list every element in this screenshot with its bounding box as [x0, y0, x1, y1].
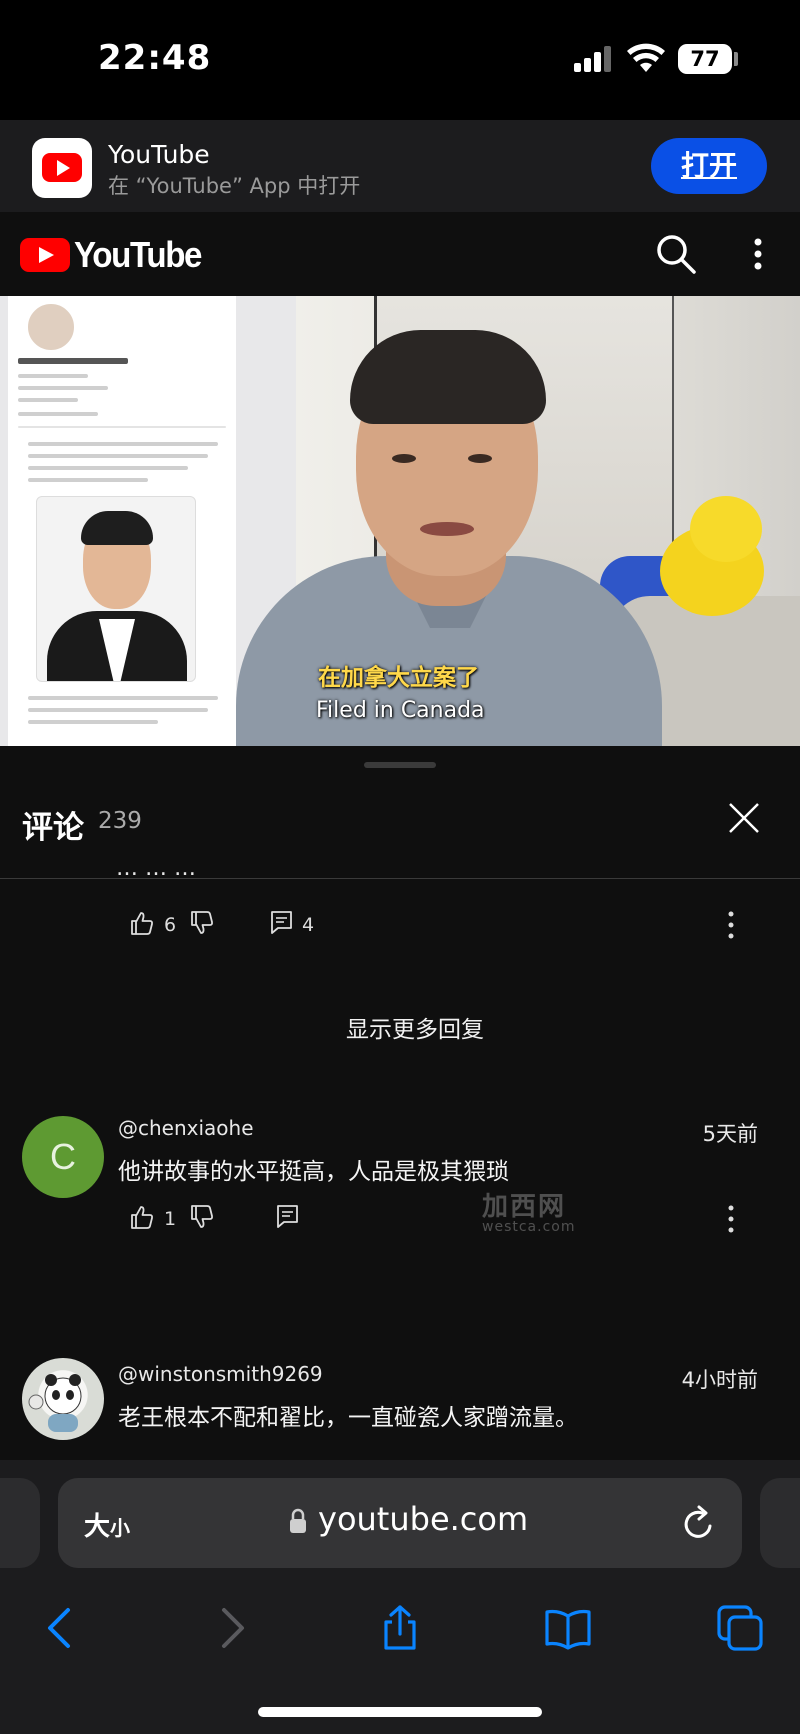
like-count: 6 — [164, 914, 177, 936]
comments-title: 评论 — [22, 810, 84, 846]
tabs-icon[interactable] — [716, 1604, 764, 1652]
youtube-app-icon — [32, 138, 92, 198]
share-icon[interactable] — [376, 1604, 424, 1652]
comment-actions: 1 — [130, 1204, 770, 1234]
bookmarks-icon[interactable] — [544, 1604, 592, 1652]
watermark-main: 加西网 — [482, 1192, 567, 1222]
video-portrait-photo — [36, 496, 196, 682]
back-icon[interactable] — [36, 1604, 84, 1652]
truncated-comment-text: … … … — [116, 870, 346, 884]
panda-avatar-icon — [28, 1374, 82, 1432]
text-size-small: 小 — [110, 1516, 131, 1540]
reload-icon[interactable] — [680, 1504, 716, 1542]
safari-bottom-bar: 大小 youtube.com — [0, 1460, 800, 1734]
reply-count: 4 — [302, 914, 315, 936]
youtube-logo-text: YouTube — [74, 234, 202, 275]
thumb-up-icon[interactable] — [130, 910, 154, 936]
open-in-app-button[interactable]: 打开 — [651, 138, 767, 194]
reply-icon[interactable] — [270, 910, 294, 936]
avatar[interactable] — [22, 1358, 104, 1440]
more-vert-icon[interactable] — [748, 232, 768, 276]
video-subtitle-english: Filed in Canada — [316, 698, 485, 723]
comment-timestamp: 5天前 — [702, 1122, 758, 1146]
youtube-logo-icon — [20, 238, 70, 272]
safari-toolbar — [0, 1590, 800, 1670]
reply-icon[interactable] — [276, 1204, 300, 1230]
comments-panel: 评论 239 6 4 显示更多回复 C @chenxiaohe 5天前 他讲故事… — [0, 746, 800, 1460]
comments-count: 239 — [98, 808, 142, 834]
avatar[interactable]: C — [22, 1116, 104, 1198]
reply-actions: 6 4 — [130, 910, 770, 940]
status-time: 22:48 — [98, 38, 212, 78]
cellular-signal-icon — [574, 46, 611, 72]
address-bar[interactable]: 大小 youtube.com — [58, 1478, 742, 1568]
thumb-up-icon[interactable] — [130, 1204, 154, 1230]
thumb-down-icon[interactable] — [190, 910, 214, 936]
video-subtitle-chinese: 在加拿大立案了 — [318, 665, 479, 691]
watermark: 加西网 westca.com — [482, 1186, 575, 1235]
text-size-large: 大 — [84, 1512, 111, 1542]
forward-icon[interactable] — [208, 1604, 256, 1652]
url-text[interactable]: youtube.com — [318, 1500, 528, 1538]
video-player[interactable]: 在加拿大立案了 Filed in Canada — [0, 296, 800, 746]
search-icon[interactable] — [654, 232, 698, 276]
thumb-down-icon[interactable] — [190, 1204, 214, 1230]
comment-author[interactable]: @winstonsmith9269 — [118, 1362, 323, 1386]
comment-timestamp: 4小时前 — [681, 1368, 758, 1392]
like-count: 1 — [164, 1208, 177, 1230]
comment-text: 老王根本不配和翟比，一直碰瓷人家蹭流量。 — [118, 1405, 578, 1431]
battery-tip — [734, 52, 738, 66]
comment-text: 他讲故事的水平挺高，人品是极其猥琐 — [118, 1159, 509, 1185]
previous-tab-preview[interactable] — [0, 1478, 40, 1568]
next-tab-preview[interactable] — [760, 1478, 800, 1568]
banner-app-name: YouTube — [108, 140, 210, 169]
battery-indicator: 77 — [678, 44, 732, 74]
show-more-replies-button[interactable]: 显示更多回复 — [0, 1010, 800, 1044]
app-install-banner: YouTube 在 “YouTube” App 中打开 打开 — [0, 120, 800, 212]
banner-subtitle: 在 “YouTube” App 中打开 — [108, 174, 361, 198]
close-icon[interactable] — [726, 800, 762, 836]
wifi-icon — [627, 43, 665, 72]
lock-icon — [290, 1508, 306, 1533]
youtube-header: YouTube — [0, 212, 800, 296]
comment-author[interactable]: @chenxiaohe — [118, 1116, 254, 1140]
more-vert-icon[interactable] — [726, 1204, 736, 1234]
watermark-sub: westca.com — [482, 1219, 576, 1235]
status-bar: 22:48 77 — [0, 0, 800, 120]
home-indicator — [258, 1707, 542, 1717]
more-vert-icon[interactable] — [726, 910, 736, 940]
drag-handle[interactable] — [364, 762, 436, 768]
text-size-button[interactable]: 大小 — [84, 1506, 130, 1543]
